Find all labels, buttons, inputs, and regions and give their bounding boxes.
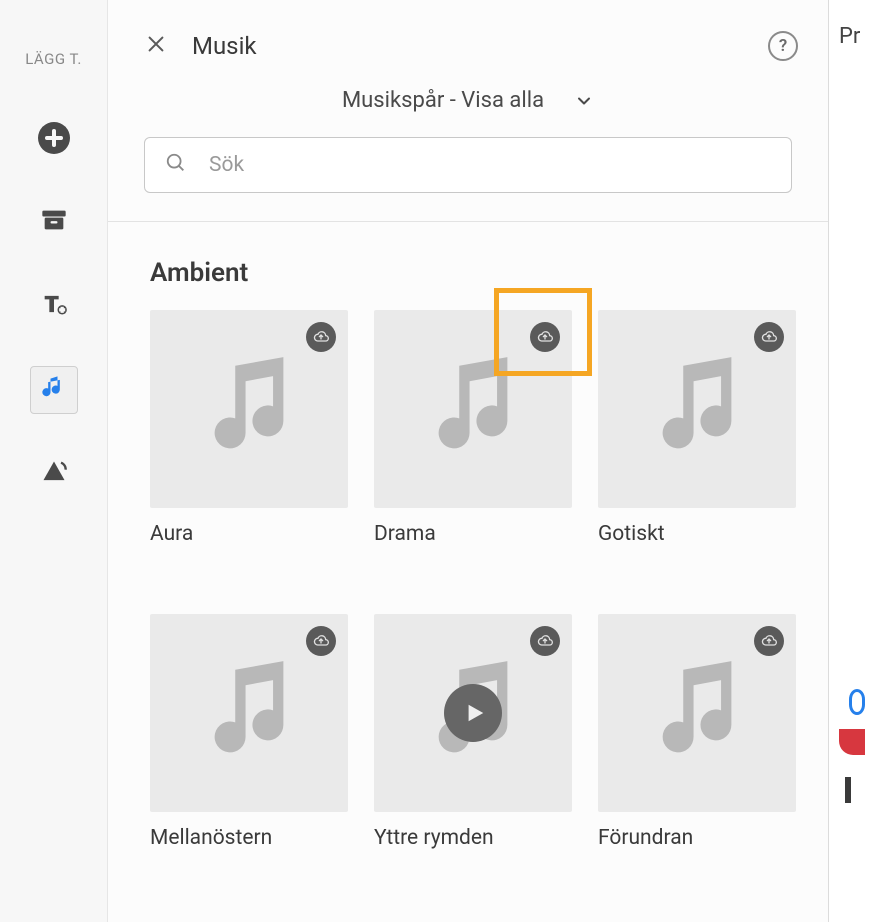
track-thumbnail[interactable] [374, 614, 572, 812]
cloud-download-button[interactable] [530, 626, 560, 656]
chevron-down-icon [574, 91, 594, 111]
archive-icon [40, 206, 68, 238]
track-tile[interactable]: Förundran [598, 614, 796, 850]
music-note-icon [40, 374, 68, 406]
right-panel-label: Pr [839, 24, 878, 49]
music-button[interactable] [30, 366, 78, 414]
cursor-bar-icon [845, 777, 851, 803]
category-title: Ambient [150, 258, 816, 288]
track-tile[interactable]: Yttre rymden [374, 614, 572, 850]
cloud-download-button[interactable] [754, 626, 784, 656]
track-tile[interactable]: Mellanöstern [150, 614, 348, 850]
add-media-button[interactable] [30, 114, 78, 162]
cloud-download-button[interactable] [754, 322, 784, 352]
text-tool-button[interactable] [30, 282, 78, 330]
panel-title: Musik [192, 32, 257, 60]
text-tool-icon [40, 290, 68, 322]
track-grid: Aura Drama Gotiskt Mellanöstern Yttre rymden… [150, 310, 816, 850]
music-note-icon [642, 352, 752, 466]
track-tile[interactable]: Aura [150, 310, 348, 546]
track-tile[interactable]: Drama [374, 310, 572, 546]
filter-dropdown[interactable]: Musikspår - Visa alla [108, 88, 828, 113]
archive-button[interactable] [30, 198, 78, 246]
music-note-icon [642, 656, 752, 770]
track-tile[interactable]: Gotiskt [598, 310, 796, 546]
shape-rotate-icon [40, 458, 68, 490]
help-icon: ? [779, 36, 787, 56]
cloud-download-button[interactable] [306, 322, 336, 352]
track-scroll-area[interactable]: Ambient Aura Drama Gotiskt Mellanöstern Yttr… [108, 222, 828, 922]
close-button[interactable] [138, 28, 174, 64]
music-note-icon [194, 656, 304, 770]
transform-button[interactable] [30, 450, 78, 498]
play-button[interactable] [444, 684, 502, 742]
plus-circle-icon [38, 122, 70, 154]
filter-label: Musikspår - Visa alla [342, 88, 544, 113]
track-label: Mellanöstern [150, 826, 348, 850]
panel-header: Musik ? [108, 0, 828, 80]
left-toolbar-title: LÄGG T. [25, 50, 82, 68]
red-marker-icon [839, 729, 865, 755]
track-label: Aura [150, 522, 348, 546]
track-label: Förundran [598, 826, 796, 850]
cloud-download-button[interactable] [530, 322, 560, 352]
cloud-download-button[interactable] [306, 626, 336, 656]
search-icon [165, 152, 187, 178]
blue-marker-icon [849, 689, 865, 715]
music-panel: Musik ? Musikspår - Visa alla Ambient Au… [108, 0, 828, 922]
right-panel: Pr [828, 0, 878, 922]
close-icon [145, 33, 167, 59]
track-thumbnail[interactable] [150, 310, 348, 508]
help-button[interactable]: ? [768, 31, 798, 61]
music-note-icon [194, 352, 304, 466]
music-note-icon [418, 352, 528, 466]
search-input[interactable] [209, 153, 771, 177]
track-label: Gotiskt [598, 522, 796, 546]
track-thumbnail[interactable] [598, 614, 796, 812]
left-toolbar: LÄGG T. [0, 0, 108, 922]
track-label: Yttre rymden [374, 826, 572, 850]
search-field[interactable] [144, 137, 792, 193]
track-thumbnail[interactable] [374, 310, 572, 508]
track-thumbnail[interactable] [150, 614, 348, 812]
track-label: Drama [374, 522, 572, 546]
track-thumbnail[interactable] [598, 310, 796, 508]
